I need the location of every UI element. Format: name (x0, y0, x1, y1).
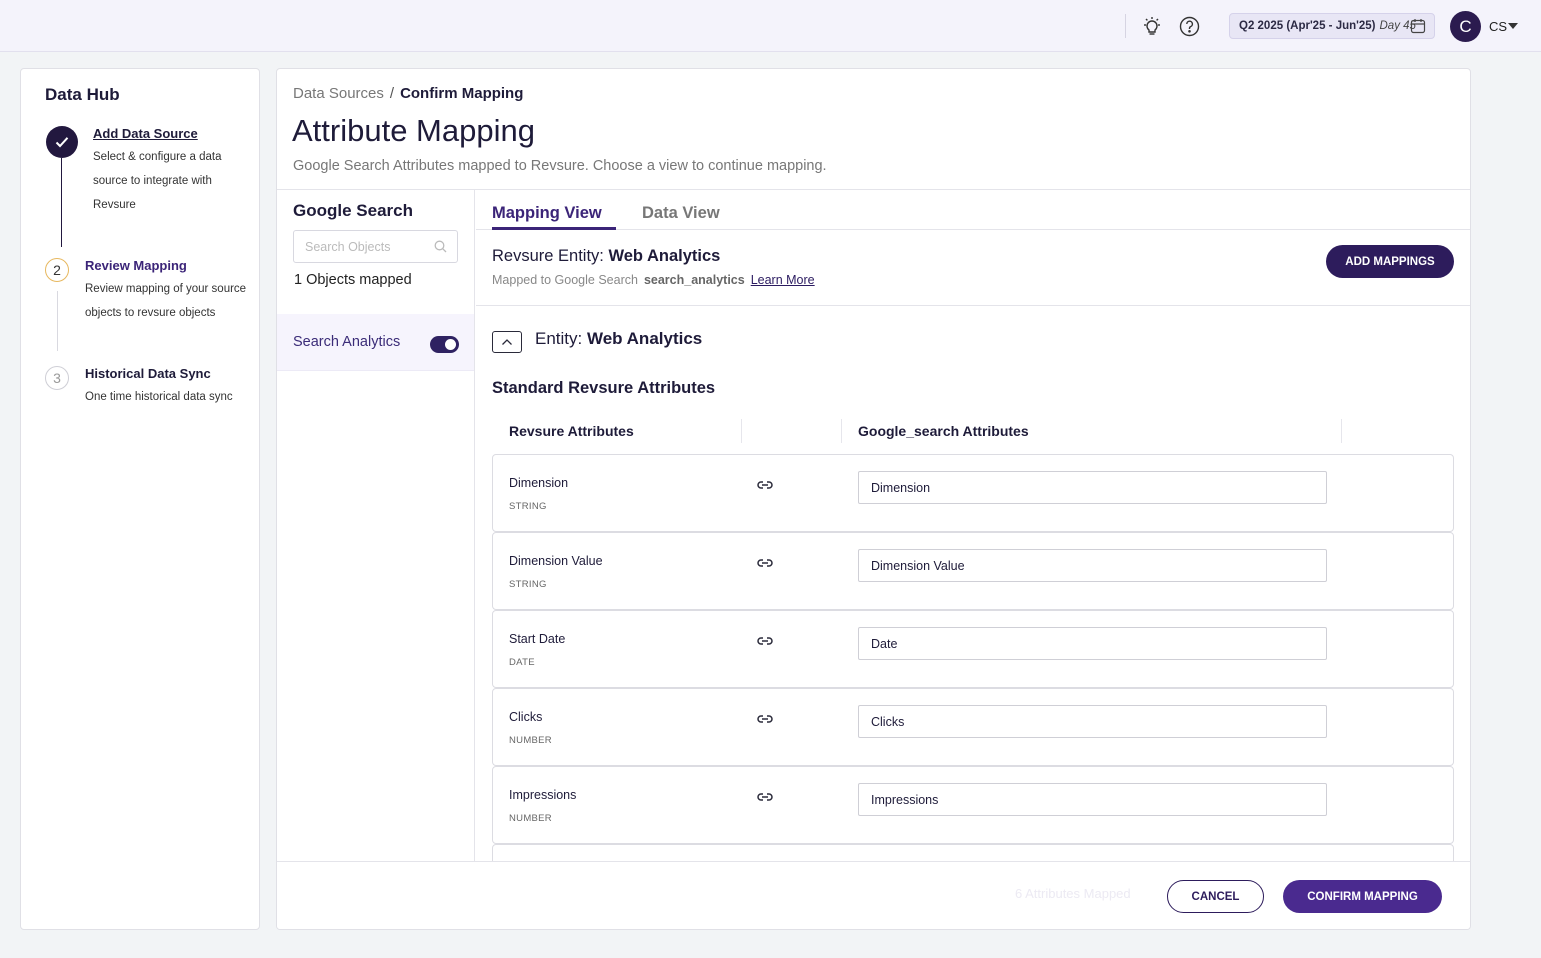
link-icon (756, 790, 774, 808)
step-1-description: Select & configure a data source to inte… (93, 151, 222, 211)
entity-header: Revsure Entity: Web Analytics Mapped to … (476, 230, 1470, 306)
attributes-mapped-count: 6 Attributes Mapped (1015, 886, 1131, 901)
entity-title-name: Web Analytics (608, 247, 721, 265)
attribute-row: Clicks NUMBER Clicks (492, 688, 1454, 766)
object-enabled-toggle[interactable] (430, 336, 459, 353)
col-revsure-attributes: Revsure Attributes (509, 423, 634, 439)
step-2-description: Review mapping of your source objects to… (85, 283, 247, 319)
attribute-name: Clicks (509, 710, 543, 724)
entity-section-name: Web Analytics (586, 329, 703, 348)
tab-mapping-view[interactable]: Mapping View (492, 204, 602, 223)
column-divider (741, 419, 742, 443)
cancel-button[interactable]: CANCEL (1167, 880, 1264, 913)
step-3-description: One time historical data sync (85, 391, 233, 403)
attribute-type: STRING (509, 501, 547, 512)
attribute-name: Start Date (509, 632, 566, 646)
tab-data-view[interactable]: Data View (642, 204, 720, 223)
attribute-row: Dimension Value STRING Dimension Value (492, 532, 1454, 610)
stepper-title: Data Hub (45, 85, 120, 104)
attribute-type: STRING (509, 579, 547, 590)
objects-panel: Google Search Search Objects 1 Objects m… (277, 190, 475, 861)
confirm-mapping-button[interactable]: CONFIRM MAPPING (1283, 880, 1442, 913)
period-label: Q2 2025 (Apr'25 - Jun'25) (1239, 20, 1376, 32)
caret-down-icon[interactable] (1508, 23, 1518, 29)
search-icon (434, 240, 447, 256)
object-item-search-analytics[interactable]: Search Analytics (277, 314, 474, 371)
mapped-attribute-field[interactable]: Date (858, 627, 1327, 660)
add-mappings-button[interactable]: ADD MAPPINGS (1326, 245, 1454, 278)
help-circle-icon[interactable] (1178, 15, 1200, 37)
page-title: Attribute Mapping (292, 113, 535, 148)
attribute-row: Start Date DATE Date (492, 610, 1454, 688)
objects-mapped-count: 1 Objects mapped (294, 272, 412, 288)
source-table-name: search_analytics (643, 273, 745, 287)
avatar[interactable]: C (1450, 11, 1481, 42)
attribute-name: Dimension Value (509, 554, 603, 568)
link-icon (756, 634, 774, 652)
learn-more-link[interactable]: Learn More (751, 273, 815, 287)
attribute-name: Dimension (509, 476, 569, 490)
period-selector[interactable]: Q2 2025 (Apr'25 - Jun'25) Day 45 (1229, 13, 1435, 39)
attribute-row: Dimension STRING Dimension (492, 454, 1454, 532)
mapped-attribute-field[interactable]: Dimension Value (858, 549, 1327, 582)
link-icon (756, 712, 774, 730)
top-bar: Q2 2025 (Apr'25 - Jun'25) Day 45 C CS (0, 0, 1541, 52)
toggle-knob (445, 339, 456, 350)
entity-source-info: Mapped to Google Search search_analytics L… (492, 273, 815, 287)
check-icon (55, 137, 69, 148)
attribute-type: DATE (509, 657, 535, 668)
column-divider (841, 419, 842, 443)
link-icon (756, 478, 774, 496)
attribute-row: Impressions NUMBER Impressions (492, 766, 1454, 844)
object-item-label: Search Analytics (293, 334, 401, 350)
mapped-to-label: Mapped to Google Search (492, 273, 638, 287)
stepper-panel: Data Hub Add Data Source Select & config… (20, 68, 260, 930)
main-card: Data Sources / Confirm Mapping Attribute M… (276, 68, 1471, 930)
attribute-name: Impressions (509, 788, 577, 802)
breadcrumb: Data Sources / Confirm Mapping (293, 85, 523, 102)
page-subtitle: Google Search Attributes mapped to Revsu… (293, 158, 827, 174)
attributes-table-header: Revsure Attributes Google_search Attribu… (492, 419, 1454, 454)
attributes-list: Dimension STRING Dimension Dimension Val… (492, 454, 1454, 861)
sun-icon[interactable] (1141, 15, 1163, 37)
step-1-complete (46, 126, 78, 158)
entity-title: Revsure Entity: Web Analytics (492, 247, 720, 266)
column-divider (1341, 419, 1342, 443)
user-initials[interactable]: CS (1489, 19, 1507, 34)
mapped-attribute-field[interactable]: Impressions (858, 783, 1327, 816)
search-objects-input[interactable]: Search Objects (293, 230, 458, 263)
entity-section-title: Entity: Web Analytics (535, 329, 702, 349)
step-connector (57, 291, 58, 351)
attribute-type: NUMBER (509, 813, 552, 824)
mapped-attribute-field[interactable]: Dimension (858, 471, 1327, 504)
step-connector (61, 158, 62, 247)
view-tabs: Mapping View Data View (476, 190, 1470, 230)
chevron-up-icon (502, 339, 512, 345)
calendar-icon (1410, 18, 1426, 37)
collapse-entity-button[interactable] (492, 331, 522, 353)
step-2-number: 2 (45, 258, 69, 282)
mapped-attribute-field[interactable]: Clicks (858, 705, 1327, 738)
step-2-title[interactable]: Review Mapping (85, 258, 187, 273)
link-icon (756, 556, 774, 574)
breadcrumb-current: Confirm Mapping (400, 85, 524, 102)
footer-bar: 6 Attributes Mapped CANCEL CONFIRM MAPPI… (277, 861, 1470, 929)
attribute-type: NUMBER (509, 735, 552, 746)
objects-panel-title: Google Search (293, 201, 413, 220)
standard-attributes-title: Standard Revsure Attributes (492, 379, 716, 397)
step-3-title[interactable]: Historical Data Sync (85, 366, 211, 381)
entity-title-prefix: Revsure Entity: (492, 247, 604, 265)
topbar-divider (1125, 14, 1126, 38)
breadcrumb-parent[interactable]: Data Sources (293, 85, 384, 102)
step-1-title[interactable]: Add Data Source (93, 126, 198, 141)
breadcrumb-separator: / (389, 85, 395, 102)
attribute-row (492, 844, 1454, 861)
search-placeholder: Search Objects (305, 240, 391, 254)
col-source-attributes: Google_search Attributes (858, 423, 1029, 439)
entity-section-prefix: Entity: (535, 329, 583, 348)
step-3-number: 3 (45, 366, 69, 390)
